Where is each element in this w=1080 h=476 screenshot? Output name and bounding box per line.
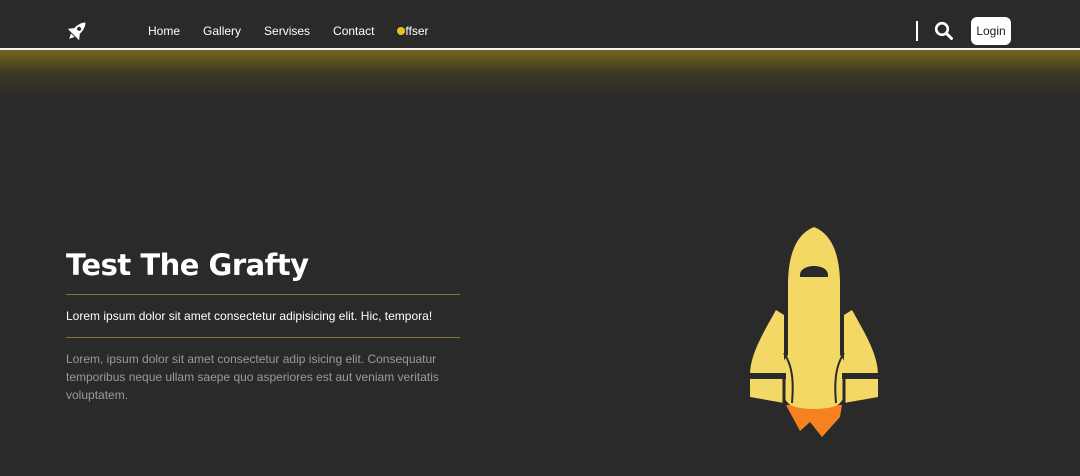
main-nav: Home Gallery Servises Contact ffser xyxy=(148,24,452,38)
hero-divider-bottom xyxy=(66,337,460,338)
nav-gallery-link[interactable]: Gallery xyxy=(203,24,241,38)
nav-divider xyxy=(916,21,918,41)
hero-lead: Lorem ipsum dolor sit amet consectetur a… xyxy=(66,309,433,323)
nav-contact-link[interactable]: Contact xyxy=(333,24,374,38)
offer-dot-icon xyxy=(397,27,406,35)
hero-body: Lorem, ipsum dolor sit amet consectetur … xyxy=(66,352,439,402)
nav-home-link[interactable]: Home xyxy=(148,24,180,38)
nav-offer-link[interactable]: ffser xyxy=(397,24,429,38)
header-glow xyxy=(0,50,1080,100)
nav-services-link[interactable]: Servises xyxy=(264,24,310,38)
page: Home Gallery Servises Contact ffser Logi… xyxy=(0,0,1080,476)
login-button[interactable]: Login xyxy=(971,17,1011,45)
nav-offer-label: ffser xyxy=(405,24,429,38)
hero-divider-top xyxy=(66,294,460,295)
navbar: Home Gallery Servises Contact ffser Logi… xyxy=(0,0,1080,50)
search-icon[interactable] xyxy=(934,21,954,41)
hero-title: Test The Grafty xyxy=(66,248,309,282)
rocket-icon[interactable] xyxy=(64,18,90,44)
rocket-illustration xyxy=(748,225,880,440)
